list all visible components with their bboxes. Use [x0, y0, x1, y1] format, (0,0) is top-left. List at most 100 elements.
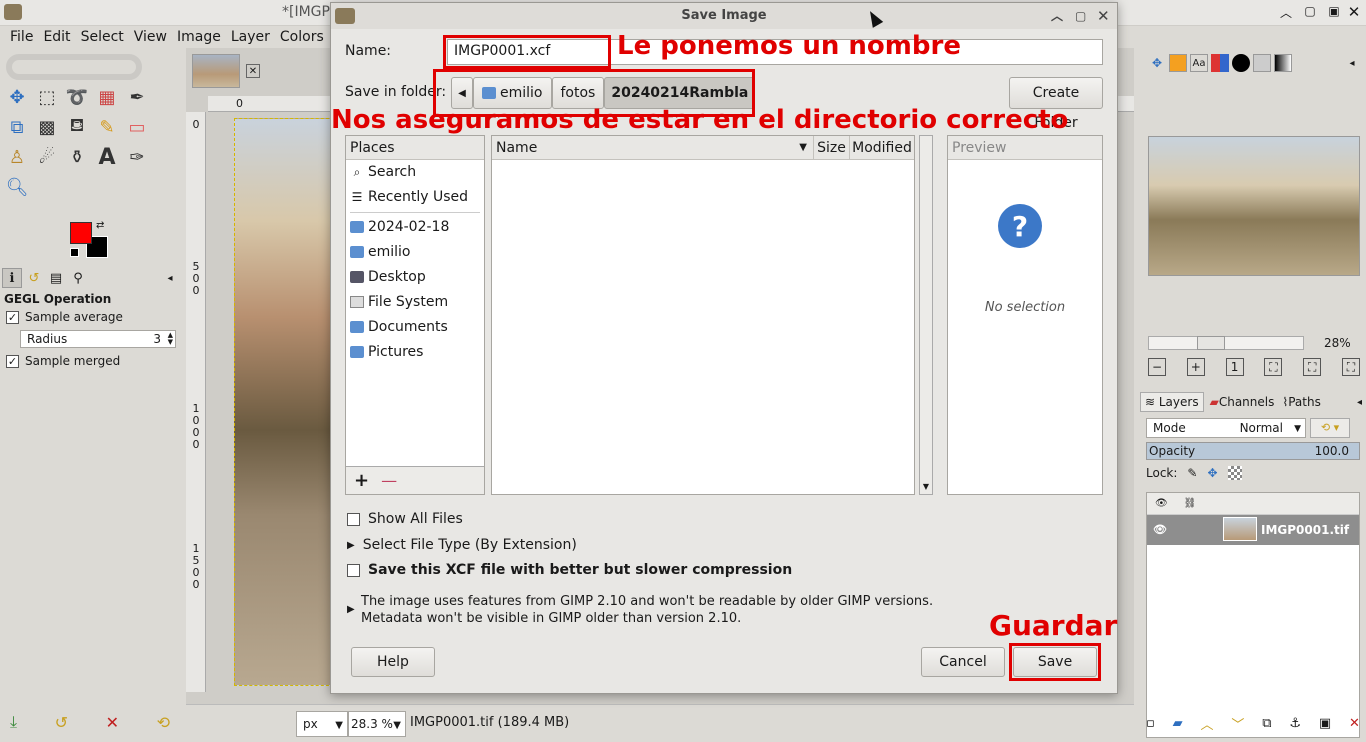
mask-layer-icon[interactable]: ▣ — [1319, 714, 1331, 733]
bucket-fill-tool-icon[interactable]: ⛾ — [62, 112, 92, 142]
patterns-tab-icon[interactable] — [1253, 54, 1271, 72]
dropdown-arrow-icon[interactable]: ▼ — [335, 714, 343, 738]
place-2024-02-18[interactable]: 2024-02-18 — [346, 215, 484, 240]
unit-select[interactable]: px ▼ — [296, 711, 348, 737]
place-recently-used[interactable]: ☰ Recently Used — [346, 185, 484, 210]
rect-select-tool-icon[interactable]: ⬚ — [32, 82, 62, 112]
slider-handle[interactable] — [1197, 336, 1225, 350]
lasso-tool-icon[interactable]: ➰ — [62, 82, 92, 112]
paths-tool-icon[interactable]: ✒ — [122, 82, 152, 112]
restore-options-icon[interactable]: ↺ — [55, 712, 68, 732]
device-status-tab-icon[interactable]: ⚲ — [68, 268, 88, 288]
delete-layer-icon[interactable]: ✕ — [1349, 714, 1360, 733]
maximize-icon[interactable]: ▢ — [1075, 3, 1086, 29]
column-modified[interactable]: Modified — [850, 136, 914, 159]
raise-layer-icon[interactable]: ︿ — [1201, 714, 1214, 733]
opacity-bar[interactable]: Opacity 100.0 — [1146, 442, 1360, 460]
image-tab-thumbnail[interactable] — [192, 54, 240, 88]
default-colors-icon[interactable] — [70, 248, 79, 257]
zoom-out-icon[interactable]: − — [1148, 358, 1166, 376]
opacity-value[interactable]: 100.0 — [1315, 443, 1349, 459]
zoom-1-1-icon[interactable]: 1 — [1225, 358, 1244, 376]
eraser-tool-icon[interactable]: ▭ — [122, 112, 152, 142]
close-icon[interactable]: ✕ — [1346, 3, 1362, 21]
tab-paths[interactable]: ⌇Paths — [1280, 393, 1322, 411]
column-size[interactable]: Size — [814, 136, 850, 159]
menu-select[interactable]: Select — [81, 29, 124, 45]
visibility-eye-icon[interactable]: 👁 — [1153, 523, 1167, 536]
file-type-expander[interactable]: ▶ Select File Type (By Extension) — [347, 537, 577, 553]
color-picker-tool-icon[interactable]: ✑ — [122, 142, 152, 172]
cancel-button[interactable]: Cancel — [921, 647, 1005, 677]
duplicate-layer-icon[interactable]: ⧉ — [1262, 714, 1271, 733]
show-all-files-row[interactable]: Show All Files — [347, 511, 463, 527]
radius-spinner[interactable]: Radius 3 ▲ ▼ — [20, 330, 176, 348]
new-layer-icon[interactable]: ▫ — [1146, 714, 1155, 733]
crop-tool-icon[interactable]: ⧉ — [2, 112, 32, 142]
images-tab-icon[interactable]: ▤ — [46, 268, 66, 288]
place-search[interactable]: ⌕ Search — [346, 160, 484, 185]
brush-tab-icon[interactable] — [1232, 54, 1250, 72]
lower-layer-icon[interactable]: ﹀ — [1231, 714, 1244, 733]
save-options-icon[interactable]: ⤓ — [10, 712, 17, 732]
spinner-arrows-icon[interactable]: ▲ ▼ — [168, 332, 173, 346]
place-file-system[interactable]: File System — [346, 290, 484, 315]
close-tab-icon[interactable]: ✕ — [246, 64, 260, 78]
zoom-select[interactable]: 28.3 % ▼ — [348, 711, 406, 737]
menu-image[interactable]: Image — [177, 29, 221, 45]
menu-layer[interactable]: Layer — [231, 29, 270, 45]
sample-average-row[interactable]: ✓ Sample average — [6, 310, 123, 324]
paintbrush-tool-icon[interactable]: ✎ — [92, 112, 122, 142]
radius-value[interactable]: 3 — [153, 331, 161, 347]
zoom-value[interactable]: 28.3 % — [351, 717, 393, 731]
menu-file[interactable]: File — [10, 29, 33, 45]
menu-edit[interactable]: Edit — [43, 29, 70, 45]
tab-menu-icon[interactable]: ◂ — [160, 268, 180, 288]
fonts-tab-icon[interactable]: Aa — [1190, 54, 1208, 72]
expander-arrow-icon[interactable]: ▶ — [347, 601, 355, 618]
fill-window-icon[interactable]: ⛶ — [1303, 358, 1322, 376]
dodge-tool-icon[interactable]: ⚱ — [62, 142, 92, 172]
restore-icon[interactable]: ▣ — [1326, 4, 1342, 18]
dropdown-arrow-icon[interactable]: ▼ — [393, 714, 401, 738]
image-canvas[interactable] — [234, 118, 334, 686]
sample-merged-row[interactable]: ✓ Sample merged — [6, 354, 120, 368]
help-button[interactable]: Help — [351, 647, 435, 677]
lock-pixels-icon[interactable]: ✎ — [1187, 466, 1197, 480]
close-icon[interactable]: ✕ — [1097, 3, 1110, 29]
reset-options-icon[interactable]: ⟲ — [157, 712, 170, 732]
tab-menu-icon[interactable]: ◂ — [1357, 397, 1362, 408]
remove-place-icon[interactable]: — — [381, 471, 397, 490]
swap-colors-icon[interactable]: ⇄ — [96, 220, 104, 231]
menu-colors[interactable]: Colors — [280, 29, 324, 45]
sample-average-checkbox[interactable]: ✓ — [6, 310, 19, 324]
unified-transform-tool-icon[interactable]: ▩ — [32, 112, 62, 142]
anchor-layer-icon[interactable]: ⚓ — [1289, 714, 1301, 733]
brushes-tab-icon[interactable] — [1169, 54, 1187, 72]
compression-checkbox[interactable] — [347, 563, 360, 577]
fuzzy-select-tool-icon[interactable]: ▦ — [92, 82, 122, 112]
lock-alpha-icon[interactable] — [1227, 466, 1242, 480]
add-place-icon[interactable]: + — [354, 470, 369, 491]
menu-view[interactable]: View — [134, 29, 167, 45]
mode-reset-button[interactable]: ⟲ ▾ — [1310, 418, 1350, 438]
shrink-wrap-icon[interactable]: ⛶ — [1341, 358, 1360, 376]
move-tool-icon[interactable]: ✥ — [1148, 54, 1166, 72]
layer-row[interactable]: 👁 IMGP0001.tif — [1147, 515, 1359, 545]
zoom-in-icon[interactable]: + — [1186, 358, 1205, 376]
place-pictures[interactable]: Pictures — [346, 340, 484, 365]
new-group-icon[interactable]: ▰ — [1173, 714, 1183, 733]
delete-options-icon[interactable]: ✕ — [106, 712, 119, 732]
compression-row[interactable]: Save this XCF file with better but slowe… — [347, 562, 792, 578]
layer-name[interactable]: IMGP0001.tif — [1261, 523, 1349, 537]
text-tool-icon[interactable]: A — [92, 142, 122, 172]
minimize-icon[interactable]: ︿ — [1051, 3, 1063, 29]
gradients-tab-icon[interactable] — [1274, 54, 1292, 72]
palettes-tab-icon[interactable] — [1211, 54, 1229, 72]
place-documents[interactable]: Documents — [346, 315, 484, 340]
fit-image-icon[interactable]: ⛶ — [1264, 358, 1283, 376]
navigator-zoom-slider[interactable] — [1148, 336, 1304, 350]
compat-info[interactable]: ▶ The image uses features from GIMP 2.10… — [347, 593, 933, 627]
place-emilio[interactable]: emilio — [346, 240, 484, 265]
foreground-color-swatch[interactable] — [70, 222, 92, 244]
